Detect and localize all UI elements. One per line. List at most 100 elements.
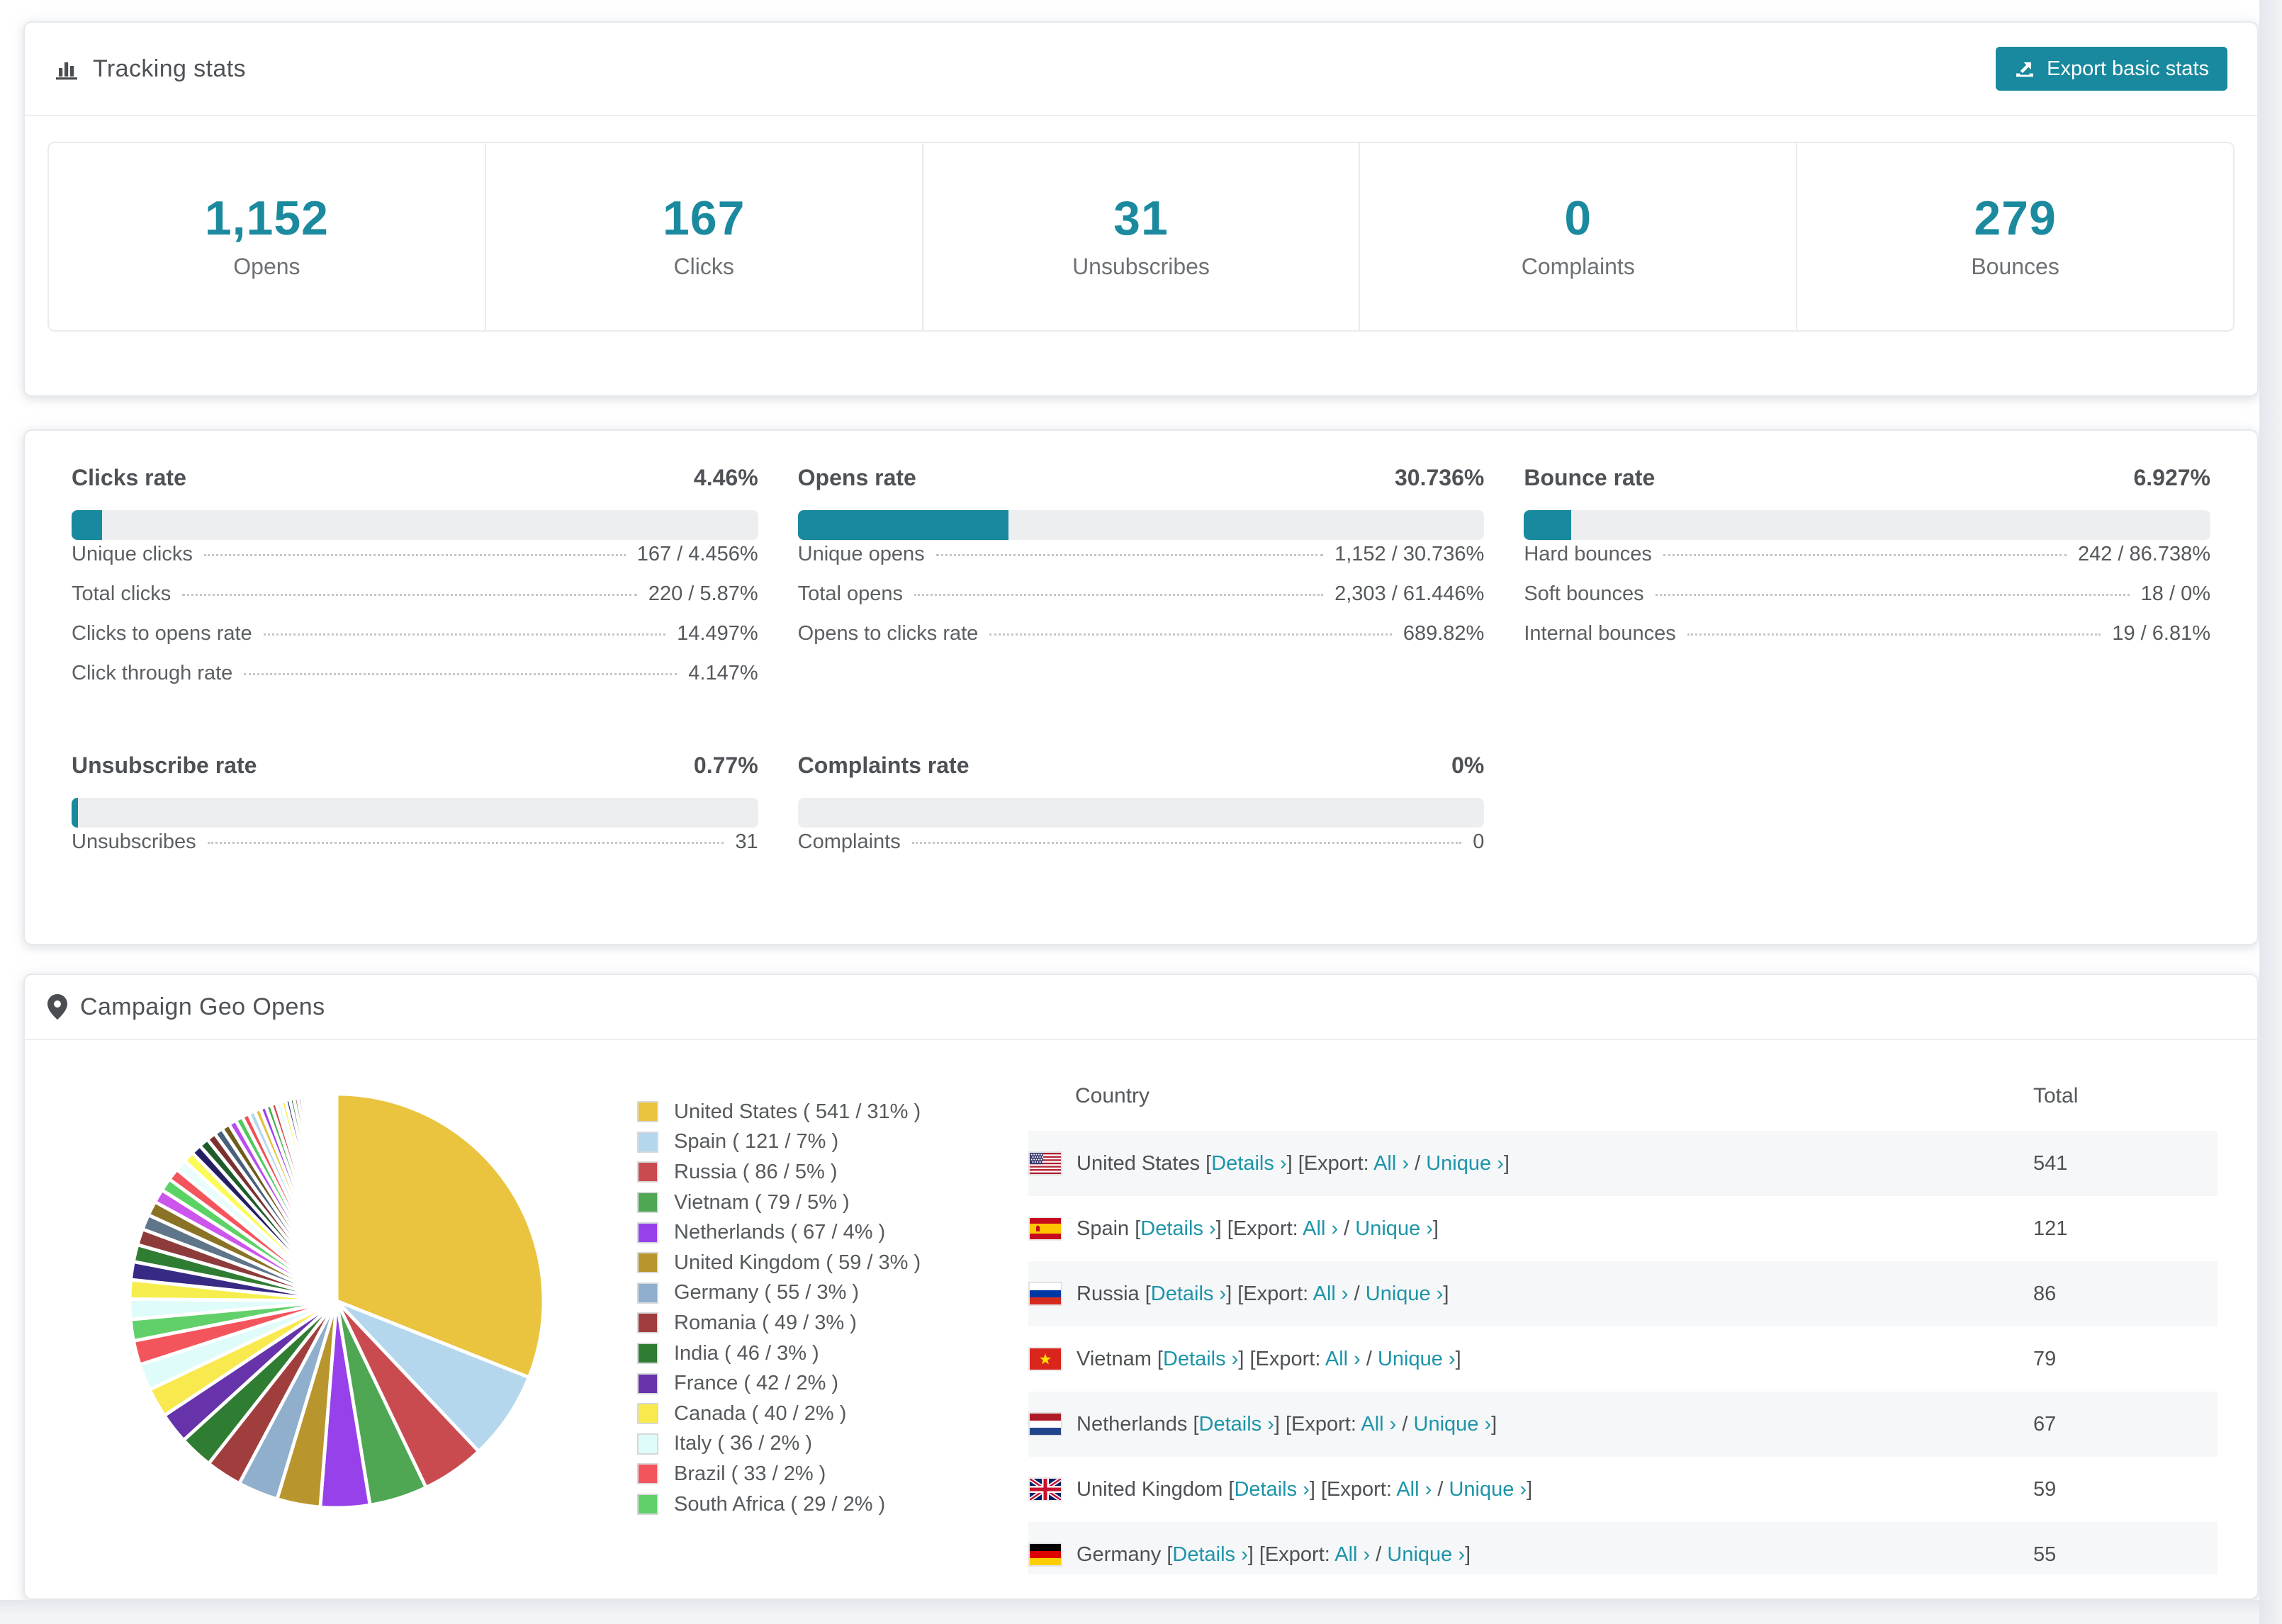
rate-detail-rows: Unique opens 1,152 / 30.736% Total opens 2,… bbox=[798, 543, 1485, 662]
legend-swatch bbox=[637, 1101, 658, 1123]
details-link-russia[interactable]: Details › bbox=[1151, 1282, 1226, 1305]
legend-label: South Africa ( 29 / 2% ) bbox=[674, 1492, 886, 1516]
detail-row: Unique clicks 167 / 4.456% bbox=[72, 543, 758, 582]
bracket: ] bbox=[1226, 1282, 1238, 1305]
export-unique-link-russia[interactable]: Unique › bbox=[1366, 1282, 1444, 1305]
detail-label: Opens to clicks rate bbox=[797, 622, 979, 645]
pie-legend: United States ( 541 / 31% ) Spain ( 121 /… bbox=[637, 1097, 1017, 1519]
details-link-united-states[interactable]: Details › bbox=[1211, 1152, 1286, 1175]
export-all-link-russia[interactable]: All › bbox=[1313, 1282, 1349, 1305]
export-unique-link-united-kingdom[interactable]: Unique › bbox=[1449, 1478, 1527, 1501]
export-unique-link-spain[interactable]: Unique › bbox=[1355, 1217, 1433, 1240]
details-link-united-kingdom[interactable]: Details › bbox=[1234, 1478, 1309, 1501]
legend-swatch bbox=[637, 1403, 658, 1425]
legend-swatch bbox=[637, 1252, 658, 1274]
legend-label: Brazil ( 33 / 2% ) bbox=[674, 1462, 826, 1485]
export-unique-link-netherlands[interactable]: Unique › bbox=[1414, 1413, 1492, 1436]
rate-value: 6.927% bbox=[2133, 465, 2210, 490]
dotted-leader bbox=[911, 842, 1462, 844]
progress-fill bbox=[72, 510, 103, 540]
dotted-leader bbox=[203, 554, 626, 556]
dotted-leader bbox=[244, 673, 678, 675]
legend-label: Spain ( 121 / 7% ) bbox=[674, 1130, 839, 1154]
bracket: [ bbox=[1145, 1282, 1151, 1305]
detail-value: 31 bbox=[735, 830, 758, 853]
bracket: ] bbox=[1309, 1477, 1321, 1501]
detail-value: 0 bbox=[1473, 830, 1485, 853]
export-unique-link-united-states[interactable]: Unique › bbox=[1426, 1152, 1504, 1175]
export-prefix: [Export: bbox=[1259, 1543, 1335, 1566]
legend-label: United Kingdom ( 59 / 3% ) bbox=[674, 1251, 921, 1274]
export-all-link-united-states[interactable]: All › bbox=[1373, 1152, 1409, 1175]
link-separator: / bbox=[1409, 1151, 1427, 1175]
export-all-link-united-kingdom[interactable]: All › bbox=[1396, 1478, 1432, 1501]
bracket: ] bbox=[1491, 1412, 1497, 1436]
legend-swatch bbox=[637, 1494, 658, 1516]
detail-label: Total clicks bbox=[72, 582, 172, 605]
bracket: ] bbox=[1503, 1151, 1510, 1175]
dotted-leader bbox=[1663, 554, 2067, 556]
export-basic-stats-button[interactable]: Export basic stats bbox=[1996, 47, 2227, 91]
detail-row: Unsubscribes 31 bbox=[72, 830, 758, 870]
progress-bar-unsubscribe-rate bbox=[72, 798, 758, 828]
geo-table-row-united-kingdom: United Kingdom [Details ›] [Export: All … bbox=[1028, 1457, 2218, 1522]
legend-item-brazil: Brazil ( 33 / 2% ) bbox=[637, 1459, 1017, 1489]
stat-value: 167 bbox=[662, 191, 746, 245]
dotted-leader bbox=[1687, 633, 2101, 636]
export-all-link-netherlands[interactable]: All › bbox=[1361, 1413, 1396, 1436]
geo-card-body: United States ( 541 / 31% ) Spain ( 121 /… bbox=[25, 1040, 2257, 1574]
details-link-netherlands[interactable]: Details › bbox=[1199, 1413, 1274, 1436]
country-name: Netherlands bbox=[1077, 1412, 1193, 1436]
total-cell: 86 bbox=[2033, 1282, 2057, 1305]
progress-bar-bounce-rate bbox=[1524, 510, 2210, 540]
legend-label: Vietnam ( 79 / 5% ) bbox=[674, 1190, 850, 1214]
russia-flag-icon bbox=[1028, 1282, 1077, 1306]
progress-bar-opens-rate bbox=[797, 510, 1485, 540]
link-separator: / bbox=[1338, 1217, 1356, 1240]
geo-pie-chart[interactable] bbox=[124, 1088, 549, 1513]
bracket: [ bbox=[1193, 1412, 1199, 1436]
detail-value: 689.82% bbox=[1403, 622, 1485, 645]
link-separator: / bbox=[1432, 1477, 1449, 1501]
stat-label: Bounces bbox=[1971, 254, 2059, 280]
details-link-germany[interactable]: Details › bbox=[1172, 1543, 1247, 1566]
bracket: ] bbox=[1465, 1543, 1471, 1566]
geo-table-row-germany: Germany [Details ›] [Export: All › / Uni… bbox=[1028, 1522, 2218, 1574]
legend-item-germany: Germany ( 55 / 3% ) bbox=[637, 1278, 1017, 1309]
export-unique-link-vietnam[interactable]: Unique › bbox=[1378, 1348, 1456, 1370]
details-link-vietnam[interactable]: Details › bbox=[1163, 1348, 1238, 1370]
pie-slice-other[interactable] bbox=[333, 1092, 339, 1303]
rate-value: 0.77% bbox=[693, 752, 758, 778]
export-prefix: [Export: bbox=[1320, 1477, 1397, 1501]
rate-head: Bounce rate 6.927% bbox=[1524, 465, 2210, 496]
detail-label: Clicks to opens rate bbox=[72, 622, 252, 645]
country-cell: Spain [Details ›] [Export: All › / Uniqu… bbox=[1077, 1217, 2033, 1241]
export-all-link-vietnam[interactable]: All › bbox=[1325, 1348, 1361, 1370]
country-cell: United States [Details ›] [Export: All ›… bbox=[1077, 1152, 2033, 1175]
export-prefix: [Export: bbox=[1285, 1412, 1361, 1436]
export-button-label: Export basic stats bbox=[2047, 57, 2209, 80]
export-unique-link-germany[interactable]: Unique › bbox=[1387, 1543, 1465, 1566]
dashboard-viewport: Tracking stats Export basic stats 1,152 O… bbox=[0, 0, 2282, 1624]
detail-value: 19 / 6.81% bbox=[2112, 622, 2210, 645]
detail-label: Click through rate bbox=[72, 662, 233, 684]
country-cell: Russia [Details ›] [Export: All › / Uniq… bbox=[1077, 1282, 2033, 1306]
legend-item-romania: Romania ( 49 / 3% ) bbox=[637, 1308, 1017, 1338]
legend-swatch bbox=[637, 1372, 658, 1394]
export-all-link-spain[interactable]: All › bbox=[1303, 1217, 1338, 1240]
progress-bar-clicks-rate bbox=[72, 510, 758, 540]
country-name: Spain bbox=[1077, 1217, 1135, 1240]
legend-item-vietnam: Vietnam ( 79 / 5% ) bbox=[637, 1188, 1017, 1218]
rate-head: Unsubscribe rate 0.77% bbox=[72, 752, 758, 784]
rate-section-unsubscribe-rate: Unsubscribe rate 0.77% Unsubscribes 31 bbox=[72, 752, 758, 870]
detail-row: Clicks to opens rate 14.497% bbox=[72, 622, 758, 662]
export-prefix: [Export: bbox=[1298, 1151, 1374, 1175]
rate-title: Bounce rate bbox=[1524, 465, 1656, 490]
export-all-link-germany[interactable]: All › bbox=[1334, 1543, 1370, 1566]
tracking-stats-header: Tracking stats Export basic stats bbox=[25, 23, 2257, 116]
stat-value: 279 bbox=[1974, 191, 2057, 245]
geo-table-row-netherlands: Netherlands [Details ›] [Export: All › /… bbox=[1028, 1392, 2218, 1457]
dotted-leader bbox=[182, 594, 637, 596]
details-link-spain[interactable]: Details › bbox=[1140, 1217, 1215, 1240]
rate-section-complaints-rate: Complaints rate 0% Complaints 0 bbox=[797, 752, 1485, 870]
